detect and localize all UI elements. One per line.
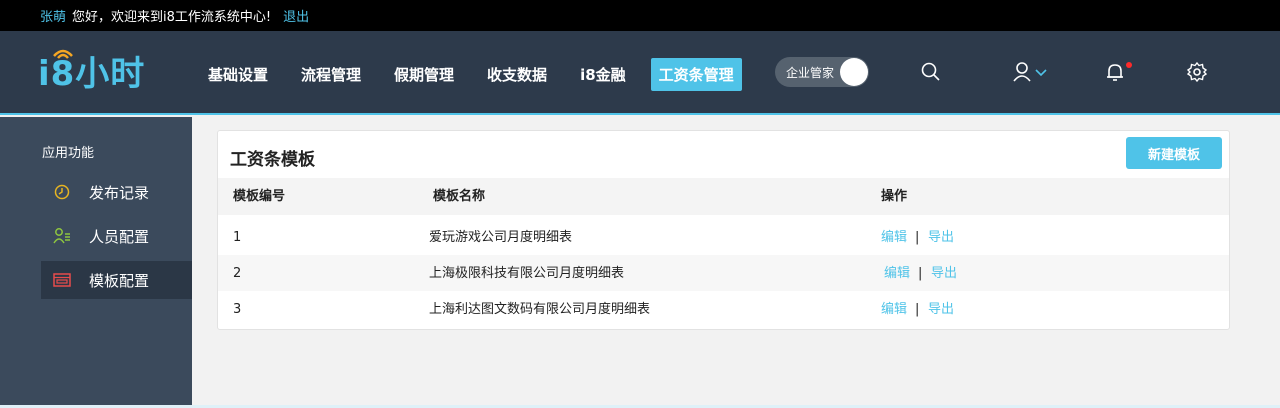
logout-link[interactable]: 退出	[283, 6, 309, 25]
template-icon	[53, 271, 71, 289]
sidebar: 应用功能 发布记录 人员配置 模板配置	[0, 117, 192, 408]
main-nav: 基础设置 流程管理 假期管理 收支数据 i8金融 工资条管理	[200, 58, 759, 91]
sidebar-item-staff-config[interactable]: 人员配置	[41, 217, 192, 255]
new-template-button[interactable]: 新建模板	[1126, 137, 1222, 169]
enterprise-steward-toggle[interactable]: 企业管家	[775, 57, 869, 87]
table-header: 模板编号 模板名称 操作	[218, 178, 1229, 215]
table-row: 3 上海利达图文数码有限公司月度明细表 编辑 | 导出	[218, 291, 1229, 327]
user-icon[interactable]	[1012, 61, 1050, 83]
row-id: 2	[233, 266, 242, 281]
action-separator: |	[915, 302, 920, 317]
column-header-name: 模板名称	[433, 189, 486, 204]
header: i8小时 基础设置 流程管理 假期管理 收支数据 i8金融 工资条管理 企业管家	[0, 31, 1280, 115]
column-header-id: 模板编号	[233, 189, 286, 204]
column-header-actions: 操作	[881, 189, 908, 204]
nav-item-leave-management[interactable]: 假期管理	[386, 58, 462, 91]
row-name: 上海极限科技有限公司月度明细表	[429, 266, 625, 281]
action-separator: |	[915, 230, 920, 245]
export-link[interactable]: 导出	[928, 219, 954, 256]
nav-item-process-management[interactable]: 流程管理	[293, 58, 369, 91]
clock-icon	[53, 183, 71, 201]
sidebar-title: 应用功能	[42, 146, 95, 161]
sidebar-item-label: 人员配置	[89, 227, 150, 246]
gear-icon[interactable]	[1186, 61, 1208, 83]
nav-item-basic-settings[interactable]: 基础设置	[200, 58, 276, 91]
export-link[interactable]: 导出	[931, 255, 957, 292]
notification-dot	[1126, 62, 1132, 68]
sidebar-item-label: 模板配置	[89, 271, 150, 290]
action-separator: |	[918, 266, 923, 281]
search-icon[interactable]	[920, 61, 942, 83]
template-panel: 工资条模板 新建模板 模板编号 模板名称 操作 1 爱玩游戏公司月度明细表 编辑…	[217, 130, 1230, 330]
edit-link[interactable]: 编辑	[884, 255, 910, 292]
bell-icon[interactable]	[1104, 61, 1126, 83]
sidebar-item-label: 发布记录	[89, 183, 150, 202]
sidebar-item-publish-records[interactable]: 发布记录	[41, 173, 192, 211]
row-id: 3	[233, 302, 242, 317]
toggle-label: 企业管家	[786, 65, 835, 80]
user-config-icon	[53, 227, 71, 245]
sidebar-item-template-config[interactable]: 模板配置	[41, 261, 192, 299]
nav-item-payslip-management[interactable]: 工资条管理	[650, 58, 742, 91]
top-bar: 张萌 您好，欢迎来到i8工作流系统中心! 退出	[0, 0, 1280, 31]
table-row: 1 爱玩游戏公司月度明细表 编辑 | 导出	[218, 219, 1229, 255]
row-id: 1	[233, 230, 242, 245]
toggle-knob	[840, 58, 868, 86]
edit-link[interactable]: 编辑	[881, 219, 907, 256]
export-link[interactable]: 导出	[928, 291, 954, 328]
wifi-icon	[53, 49, 73, 59]
logo[interactable]: i8小时	[38, 49, 145, 94]
welcome-text: 您好，欢迎来到i8工作流系统中心!	[72, 10, 272, 25]
edit-link[interactable]: 编辑	[881, 291, 907, 328]
table-row: 2 上海极限科技有限公司月度明细表 编辑 | 导出	[218, 255, 1229, 291]
row-name: 爱玩游戏公司月度明细表	[429, 230, 573, 245]
panel-title: 工资条模板	[230, 150, 315, 170]
nav-item-income-expense[interactable]: 收支数据	[479, 58, 555, 91]
row-name: 上海利达图文数码有限公司月度明细表	[429, 302, 651, 317]
nav-item-i8-finance[interactable]: i8金融	[572, 58, 634, 91]
user-name[interactable]: 张萌	[40, 6, 66, 25]
